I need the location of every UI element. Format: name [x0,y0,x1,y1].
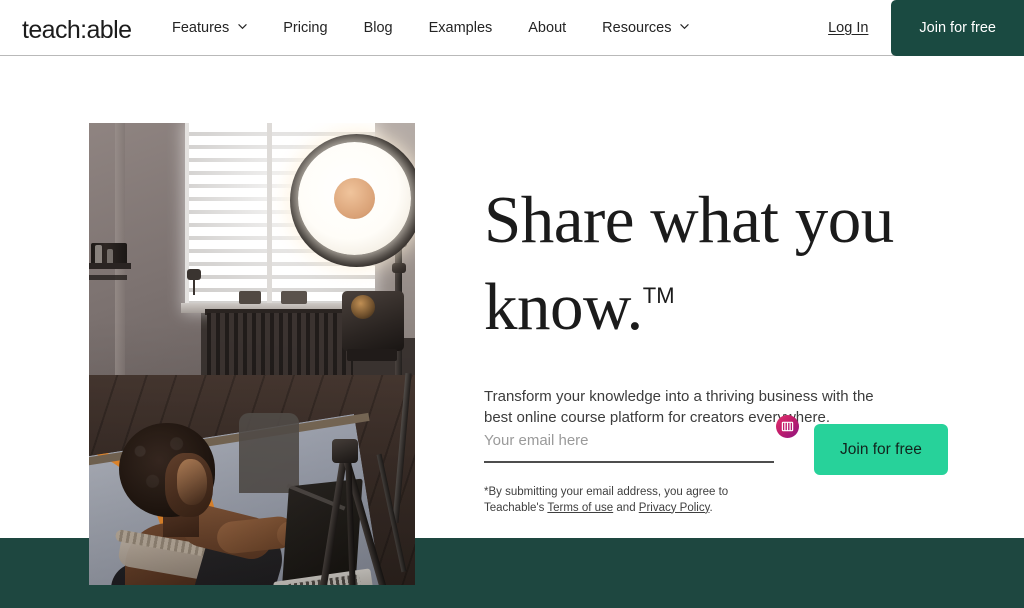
signup-fineprint: *By submitting your email address, you a… [484,485,784,516]
nav-item-label: Features [172,20,230,36]
hero-join-for-free-button[interactable]: Join for free [814,424,948,475]
hero-text-block: Share what you know.TM Transform your kn… [484,182,954,428]
site-navbar: teach:able Features Pricing Blog Example… [0,0,1024,56]
login-link[interactable]: Log In [828,20,868,36]
nav-item-pricing[interactable]: Pricing [265,0,345,56]
trademark-symbol: TM [642,283,675,308]
nav-item-blog[interactable]: Blog [346,0,411,56]
nav-item-label: Blog [363,20,393,36]
navbar-actions: Log In Join for free [828,0,1024,56]
page-root: teach:able Features Pricing Blog Example… [0,0,1024,608]
primary-navigation: Features Pricing Blog Examples About Res… [172,0,707,56]
headline-main: Share what you know. [484,183,894,344]
page-title: Share what you know.TM [484,182,954,345]
terms-of-use-link[interactable]: Terms of use [547,502,613,514]
nav-item-features[interactable]: Features [172,0,265,56]
email-input[interactable] [484,424,774,463]
navbar-join-for-free-button[interactable]: Join for free [891,0,1024,56]
fineprint-text-part3: . [709,501,713,514]
password-manager-badge-icon[interactable] [776,415,799,438]
nav-item-resources[interactable]: Resources [584,0,707,56]
privacy-policy-link[interactable]: Privacy Policy [639,502,710,514]
nav-item-label: Examples [428,20,493,36]
site-logo[interactable]: teach:able [22,16,132,45]
email-signup-form: Join for free [484,415,948,475]
hero-photo [89,123,415,585]
nav-item-label: About [528,20,567,36]
nav-item-examples[interactable]: Examples [411,0,511,56]
hero-subheadline: Transform your knowledge into a thriving… [484,388,874,426]
nav-item-label: Pricing [283,20,328,36]
chevron-down-icon [680,22,690,31]
nav-item-label: Resources [602,20,672,36]
chevron-down-icon [238,22,247,31]
fineprint-text-part2: and [613,501,639,514]
email-field-wrapper [484,415,799,463]
nav-item-about[interactable]: About [510,0,584,56]
